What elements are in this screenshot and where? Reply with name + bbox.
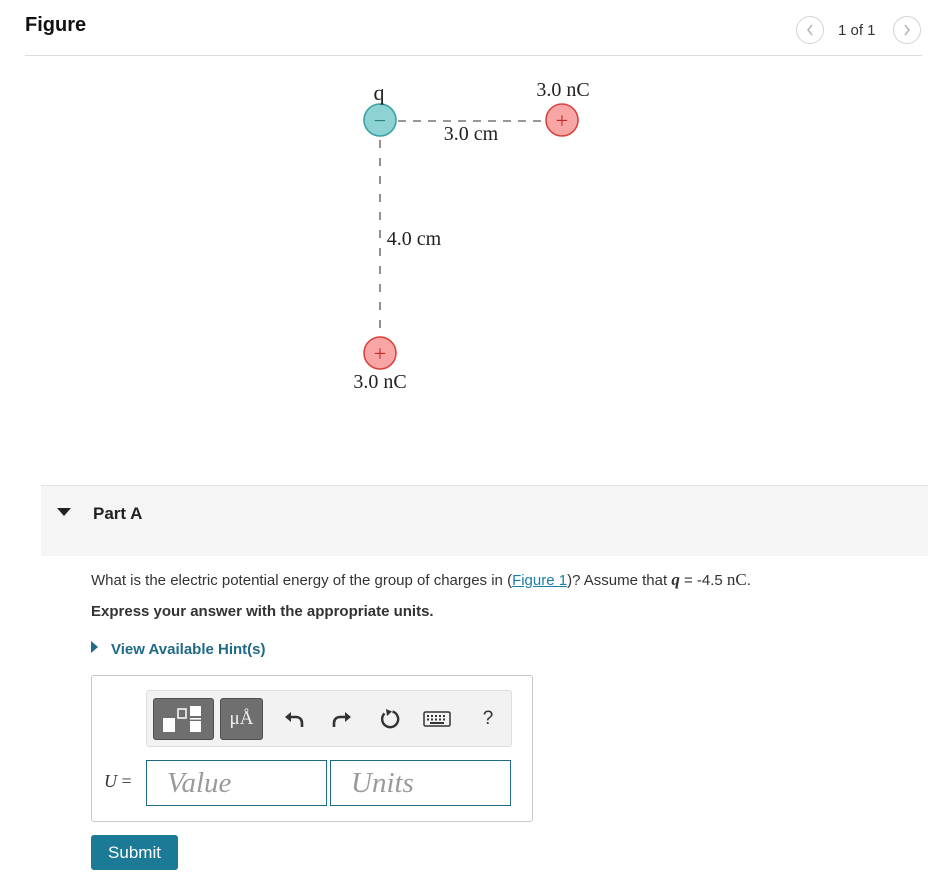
figure-link[interactable]: Figure 1 xyxy=(512,572,567,589)
keyboard-icon xyxy=(423,711,451,727)
redo-button[interactable] xyxy=(329,706,355,732)
reset-button[interactable] xyxy=(377,706,403,732)
charge-label-top-right: 3.0 nC xyxy=(536,79,589,101)
question-equals: = -4.5 xyxy=(679,572,727,589)
redo-icon xyxy=(332,712,351,727)
answer-variable-label: U = xyxy=(104,771,132,792)
undo-icon xyxy=(285,712,304,727)
positive-sign-bottom: + xyxy=(374,341,386,366)
horizontal-distance-label: 3.0 cm xyxy=(444,123,499,145)
help-button[interactable]: ? xyxy=(475,706,501,732)
question-end: . xyxy=(746,572,751,589)
question-prefix: What is the electric potential energy of… xyxy=(91,572,513,589)
part-label: Part A xyxy=(93,504,143,523)
units-input[interactable] xyxy=(330,760,511,806)
negative-sign: − xyxy=(374,108,386,133)
instruction-text: Express your answer with the appropriate… xyxy=(91,603,434,620)
templates-icon xyxy=(163,706,201,732)
q-variable: q xyxy=(671,570,680,589)
q-label: q xyxy=(374,80,385,105)
keyboard-button[interactable] xyxy=(422,706,452,732)
hint-caret-icon[interactable] xyxy=(91,641,98,653)
positive-sign-top: + xyxy=(556,108,568,133)
next-figure-button[interactable] xyxy=(893,16,921,44)
previous-figure-button[interactable] xyxy=(796,16,824,44)
submit-button[interactable]: Submit xyxy=(91,835,178,870)
u-variable: U xyxy=(104,771,117,791)
question-middle: )? Assume that xyxy=(567,572,672,589)
charges-figure: − q + 3.0 nC 3.0 cm 4.0 cm + 3.0 nC xyxy=(353,79,589,393)
view-hints-link[interactable]: View Available Hint(s) xyxy=(111,641,266,658)
units-button[interactable]: μÅ xyxy=(220,698,263,740)
part-a-header[interactable] xyxy=(41,485,928,556)
q-unit: nC xyxy=(726,570,747,589)
collapse-caret-icon[interactable] xyxy=(57,508,71,516)
chevron-right-icon xyxy=(904,24,911,36)
page-indicator: 1 of 1 xyxy=(838,22,876,39)
undo-button[interactable] xyxy=(281,706,307,732)
figure-title: Figure xyxy=(25,14,87,36)
question-text: What is the electric potential energy of… xyxy=(91,570,751,590)
value-input[interactable] xyxy=(146,760,327,806)
templates-button[interactable] xyxy=(153,698,214,740)
charge-label-bottom: 3.0 nC xyxy=(353,371,406,393)
reset-icon xyxy=(380,709,400,729)
equals-sign: = xyxy=(117,771,132,791)
chevron-left-icon xyxy=(806,24,813,36)
vertical-distance-label: 4.0 cm xyxy=(387,228,442,250)
